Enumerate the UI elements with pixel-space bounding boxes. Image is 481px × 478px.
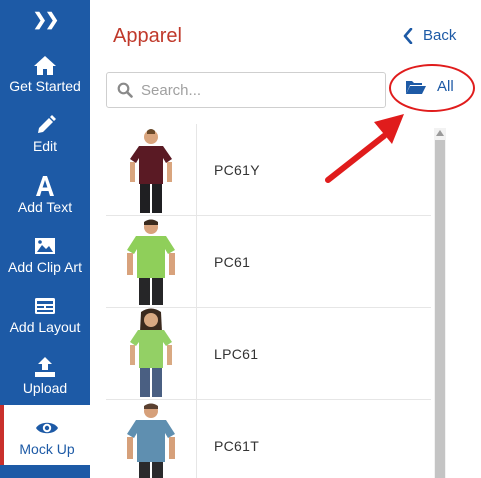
search-box <box>106 72 386 108</box>
product-code: LPC61 <box>214 346 259 362</box>
chevron-left-icon <box>403 27 413 44</box>
home-icon <box>34 56 56 75</box>
sidebar: ❯❯ Get Started Edit Add Text Add Clip Ar… <box>0 0 90 478</box>
sidebar-item-add-clip-art[interactable]: Add Clip Art <box>0 223 90 283</box>
tshirt-model-image <box>130 129 172 213</box>
scrollbar[interactable] <box>434 128 446 478</box>
image-icon <box>35 238 55 254</box>
sidebar-item-label: Edit <box>32 138 58 154</box>
page-title: Apparel <box>113 25 182 47</box>
annotation-highlight-oval <box>389 64 475 112</box>
product-thumbnail <box>106 124 197 215</box>
search-icon <box>117 82 133 98</box>
product-code: PC61Y <box>214 162 260 178</box>
search-input[interactable] <box>139 80 373 100</box>
list-item[interactable]: PC61Y <box>106 124 431 216</box>
eye-icon <box>36 422 58 434</box>
layout-icon <box>35 298 55 314</box>
product-code: PC61T <box>214 438 260 454</box>
scrollbar-thumb[interactable] <box>435 140 445 478</box>
tshirt-model-image <box>130 308 172 397</box>
sidebar-item-upload[interactable]: Upload <box>0 344 90 404</box>
sidebar-item-label: Add Layout <box>9 319 81 335</box>
sidebar-item-mock-up[interactable]: Mock Up <box>0 405 90 465</box>
text-a-icon <box>36 176 54 196</box>
sidebar-item-label: Upload <box>22 380 68 396</box>
sidebar-item-label: Get Started <box>9 78 81 94</box>
product-thumbnail <box>106 400 197 478</box>
sidebar-item-label: Mock Up <box>19 441 75 457</box>
sidebar-item-edit[interactable]: Edit <box>0 102 90 162</box>
product-thumbnail <box>106 308 197 399</box>
collapse-sidebar-icon[interactable]: ❯❯ <box>0 0 90 40</box>
pencil-icon <box>38 115 56 133</box>
list-item[interactable]: PC61T <box>106 400 431 478</box>
sidebar-item-add-layout[interactable]: Add Layout <box>0 283 90 343</box>
product-list: PC61Y PC61 LPC61 PC61T <box>106 124 431 478</box>
list-item[interactable]: LPC61 <box>106 308 431 400</box>
scroll-up-icon[interactable] <box>436 130 444 136</box>
tshirt-model-image <box>127 219 175 305</box>
sidebar-item-label: Add Text <box>17 199 73 215</box>
product-code: PC61 <box>214 254 251 270</box>
list-item[interactable]: PC61 <box>106 216 431 308</box>
product-thumbnail <box>106 216 197 307</box>
tshirt-model-image <box>127 403 175 478</box>
back-button[interactable]: Back <box>403 27 456 44</box>
sidebar-item-label: Add Clip Art <box>8 259 82 275</box>
back-label: Back <box>423 27 457 44</box>
sidebar-item-get-started[interactable]: Get Started <box>0 42 90 102</box>
upload-icon <box>35 357 55 377</box>
sidebar-item-add-text[interactable]: Add Text <box>0 163 90 223</box>
